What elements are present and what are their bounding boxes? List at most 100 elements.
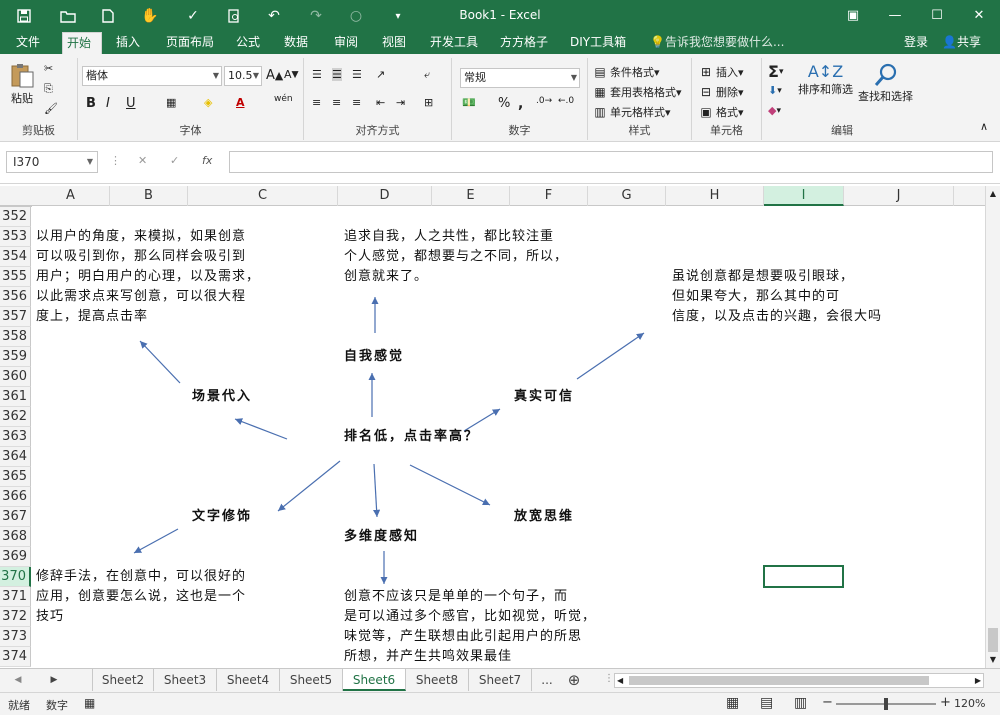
increase-font-icon[interactable]: A ▲ bbox=[266, 68, 283, 83]
column-header-g[interactable]: G bbox=[588, 186, 666, 206]
name-box[interactable]: I370 ▼ bbox=[6, 151, 98, 173]
row-header-359[interactable]: 359 bbox=[0, 347, 31, 367]
row-header-352[interactable]: 352 bbox=[0, 207, 31, 227]
zoom-slider-thumb[interactable] bbox=[884, 698, 888, 710]
formula-options-icon[interactable]: ⋮ bbox=[110, 154, 121, 167]
login-link[interactable]: 登录 bbox=[900, 32, 932, 54]
align-right-icon[interactable]: ≡ bbox=[352, 96, 361, 109]
find-select-button[interactable]: 查找和选择 bbox=[858, 62, 913, 104]
row-header-371[interactable]: 371 bbox=[0, 587, 31, 607]
row-header-361[interactable]: 361 bbox=[0, 387, 31, 407]
page-break-view-icon[interactable]: ▥ bbox=[794, 695, 807, 711]
maximize-icon[interactable]: ☐ bbox=[922, 4, 952, 26]
underline-button[interactable]: U bbox=[126, 96, 136, 111]
close-icon[interactable]: ✕ bbox=[964, 4, 994, 26]
decrease-indent-icon[interactable]: ⇤ bbox=[376, 96, 385, 109]
zoom-in-icon[interactable]: + bbox=[940, 695, 951, 710]
row-header-363[interactable]: 363 bbox=[0, 427, 31, 447]
zoom-level[interactable]: 120% bbox=[954, 697, 985, 710]
merge-center-icon[interactable]: ⊞ bbox=[424, 96, 433, 109]
sheet-tab-6[interactable]: Sheet6 bbox=[343, 669, 406, 691]
align-top-icon[interactable]: ☰ bbox=[312, 68, 322, 81]
tab-view[interactable]: 视图 bbox=[378, 32, 410, 54]
cancel-entry-icon[interactable]: ✕ bbox=[138, 154, 147, 167]
delete-cells-button[interactable]: ⊟ 删除 ▾ bbox=[698, 84, 744, 100]
sheet-tab-4[interactable]: Sheet4 bbox=[217, 669, 280, 691]
h-scroll-thumb[interactable] bbox=[629, 676, 929, 685]
number-format-combo[interactable]: 常规 ▼ bbox=[460, 68, 580, 88]
align-middle-icon[interactable]: ☰ bbox=[332, 68, 342, 81]
row-header-360[interactable]: 360 bbox=[0, 367, 31, 387]
cell-styles-button[interactable]: ▥ 单元格样式 ▾ bbox=[592, 104, 670, 120]
column-header-b[interactable]: B bbox=[110, 186, 188, 206]
sheet-tab-8[interactable]: Sheet8 bbox=[406, 669, 469, 691]
add-sheet-icon[interactable]: ⊕ bbox=[562, 669, 586, 691]
row-header-362[interactable]: 362 bbox=[0, 407, 31, 427]
row-header-357[interactable]: 357 bbox=[0, 307, 31, 327]
sheet-tab-3[interactable]: Sheet3 bbox=[154, 669, 217, 691]
column-header-h[interactable]: H bbox=[666, 186, 764, 206]
tab-data[interactable]: 数据 bbox=[280, 32, 312, 54]
bold-button[interactable]: B bbox=[86, 96, 96, 111]
scroll-thumb[interactable] bbox=[988, 628, 998, 652]
collapse-ribbon-icon[interactable]: ∧ bbox=[980, 120, 988, 133]
insert-function-button[interactable]: fx bbox=[202, 154, 212, 167]
vertical-scrollbar[interactable]: ▲ ▼ bbox=[985, 186, 1000, 668]
tab-fangfang[interactable]: 方方格子 bbox=[496, 32, 552, 54]
row-header-355[interactable]: 355 bbox=[0, 267, 31, 287]
formula-input[interactable] bbox=[229, 151, 993, 173]
row-header-369[interactable]: 369 bbox=[0, 547, 31, 567]
row-header-374[interactable]: 374 bbox=[0, 647, 31, 667]
copy-icon[interactable]: ⎘ bbox=[44, 82, 53, 96]
row-header-373[interactable]: 373 bbox=[0, 627, 31, 647]
row-header-354[interactable]: 354 bbox=[0, 247, 31, 267]
column-header-e[interactable]: E bbox=[432, 186, 510, 206]
align-center-icon[interactable]: ≡ bbox=[332, 96, 341, 109]
sort-filter-button[interactable]: A↕Z 排序和筛选 bbox=[798, 62, 853, 97]
tab-insert[interactable]: 插入 bbox=[112, 32, 144, 54]
column-header-i[interactable]: I bbox=[764, 186, 844, 206]
normal-view-icon[interactable]: ▦ bbox=[726, 695, 739, 711]
zoom-out-icon[interactable]: − bbox=[822, 695, 833, 710]
format-cells-button[interactable]: ▣ 格式 ▾ bbox=[698, 104, 743, 120]
font-color-icon[interactable]: A bbox=[236, 96, 245, 109]
row-header-356[interactable]: 356 bbox=[0, 287, 31, 307]
column-header-c[interactable]: C bbox=[188, 186, 338, 206]
column-header-f[interactable]: F bbox=[510, 186, 588, 206]
autosum-icon[interactable]: Σ ▾ bbox=[768, 62, 783, 81]
tab-split-handle[interactable]: ⋮ bbox=[604, 673, 614, 687]
decrease-decimal-icon[interactable]: ←.0 bbox=[558, 96, 574, 106]
tab-developer[interactable]: 开发工具 bbox=[426, 32, 482, 54]
insert-cells-button[interactable]: ⊞ 插入 ▾ bbox=[698, 64, 744, 80]
row-header-366[interactable]: 366 bbox=[0, 487, 31, 507]
column-header-a[interactable]: A bbox=[32, 186, 110, 206]
conditional-format-button[interactable]: ▤ 条件格式 ▾ bbox=[592, 64, 659, 80]
tab-home[interactable]: 开始 bbox=[62, 32, 102, 54]
more-sheets-button[interactable]: ... bbox=[532, 669, 562, 691]
row-header-364[interactable]: 364 bbox=[0, 447, 31, 467]
paste-button[interactable]: 粘贴 bbox=[8, 62, 36, 106]
cut-icon[interactable]: ✂ bbox=[44, 62, 53, 75]
minimize-icon[interactable]: — bbox=[880, 4, 910, 26]
increase-decimal-icon[interactable]: .0→ bbox=[536, 96, 552, 106]
sheet-tab-7[interactable]: Sheet7 bbox=[469, 669, 532, 691]
next-sheet-icon[interactable]: ▶ bbox=[44, 669, 64, 691]
row-header-367[interactable]: 367 bbox=[0, 507, 31, 527]
share-button[interactable]: 👤共享 bbox=[938, 32, 985, 54]
row-header-358[interactable]: 358 bbox=[0, 327, 31, 347]
scroll-down-icon[interactable]: ▼ bbox=[986, 652, 1000, 668]
row-header-370[interactable]: 370 bbox=[0, 567, 31, 587]
font-size-combo[interactable]: 10.5 ▼ bbox=[224, 66, 262, 86]
scroll-left-icon[interactable]: ◀ bbox=[617, 674, 623, 687]
decrease-font-icon[interactable]: A ▼ bbox=[284, 68, 299, 81]
increase-indent-icon[interactable]: ⇥ bbox=[396, 96, 405, 109]
tab-formulas[interactable]: 公式 bbox=[232, 32, 264, 54]
row-header-368[interactable]: 368 bbox=[0, 527, 31, 547]
fill-icon[interactable]: ⬇ ▾ bbox=[768, 84, 782, 97]
percent-button[interactable]: % bbox=[498, 96, 510, 111]
align-left-icon[interactable]: ≡ bbox=[312, 96, 321, 109]
column-header-d[interactable]: D bbox=[338, 186, 432, 206]
scroll-right-icon[interactable]: ▶ bbox=[975, 674, 981, 687]
sheet-tab-2[interactable]: Sheet2 bbox=[92, 669, 154, 691]
tab-diy-toolbox[interactable]: DIY工具箱 bbox=[566, 32, 630, 54]
